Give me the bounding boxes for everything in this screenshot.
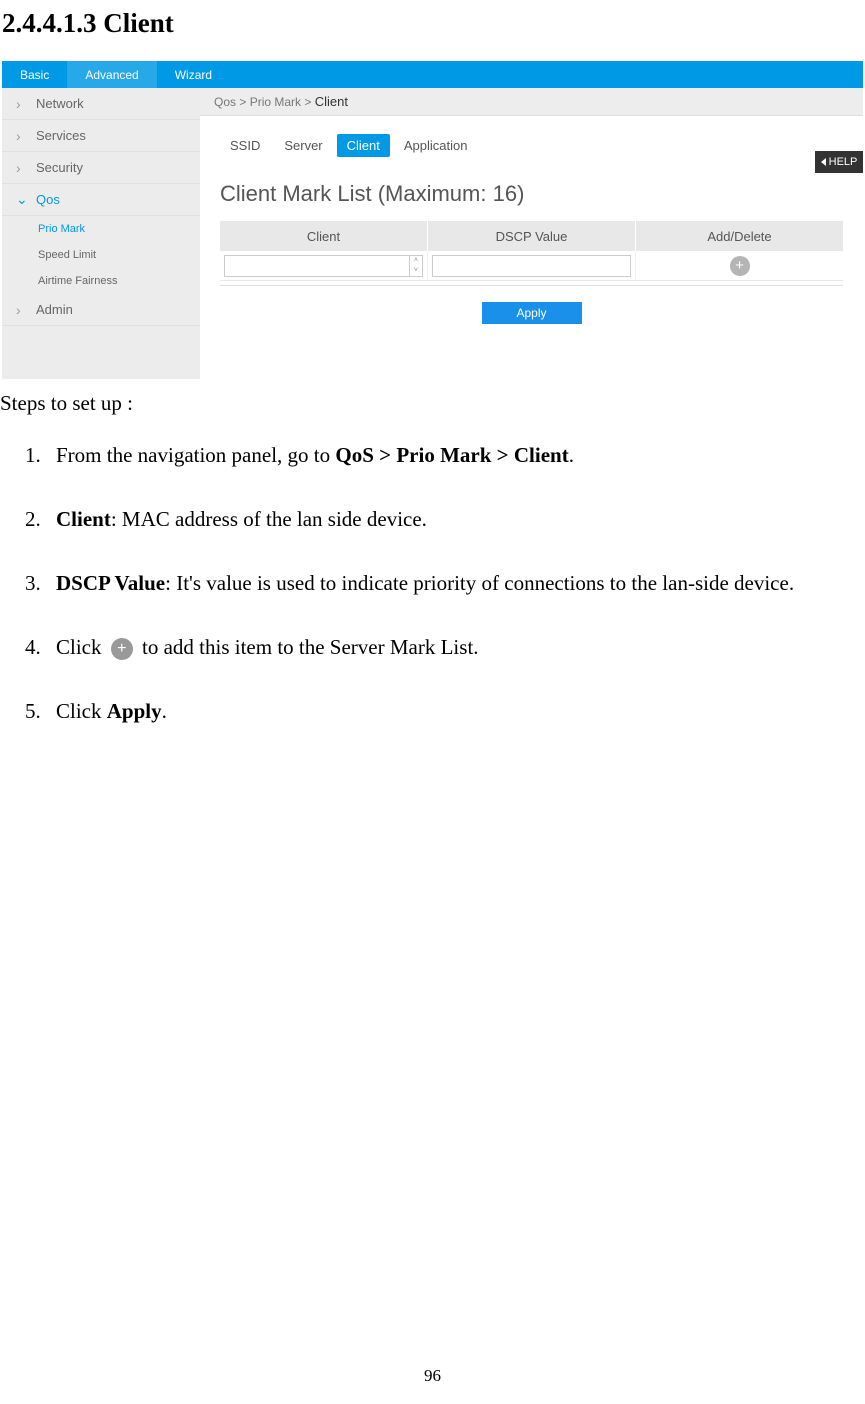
client-input[interactable] (224, 255, 410, 277)
step-bold: Apply (107, 699, 162, 723)
help-button[interactable]: HELP (815, 151, 863, 173)
step-4: Click + to add this item to the Server M… (46, 626, 865, 668)
sidebar-item-qos[interactable]: ⌄ Qos (2, 184, 200, 216)
chevron-right-icon: › (16, 302, 30, 318)
breadcrumb: Qos > Prio Mark > Client (200, 88, 863, 116)
tab-ssid[interactable]: SSID (220, 134, 270, 157)
chevron-right-icon: › (16, 128, 30, 144)
section-title: Client Mark List (Maximum: 16) (220, 181, 863, 207)
sidebar-sub-airtime[interactable]: Airtime Fairness (2, 268, 200, 294)
td-add: + (636, 251, 843, 280)
sidebar-item-label: Security (36, 160, 83, 175)
step-bold: Client (56, 507, 111, 531)
sidebar-item-label: Qos (36, 192, 60, 207)
steps-intro: Steps to set up : (0, 391, 865, 416)
step-text: From the navigation panel, go to (56, 443, 335, 467)
step-bold: QoS > Prio Mark > Client (335, 443, 568, 467)
chevron-left-icon (821, 158, 826, 166)
th-adddelete: Add/Delete (636, 221, 843, 251)
steps-list: From the navigation panel, go to QoS > P… (46, 434, 865, 732)
tabs: SSID Server Client Application (220, 134, 863, 157)
step-text: . (569, 443, 574, 467)
step-3: DSCP Value: It's value is used to indica… (46, 562, 865, 604)
th-dscp: DSCP Value (428, 221, 636, 251)
chevron-down-icon: ⌄ (16, 191, 30, 208)
nav-wizard[interactable]: Wizard (157, 61, 230, 88)
plus-icon: + (735, 257, 744, 274)
dscp-input[interactable] (432, 255, 631, 277)
breadcrumb-sep: > (301, 95, 315, 109)
step-text: : It's value is used to indicate priorit… (165, 571, 794, 595)
help-label: HELP (829, 156, 858, 168)
content-pane: Qos > Prio Mark > Client SSID Server Cli… (200, 88, 863, 379)
sidebar-item-services[interactable]: › Services (2, 120, 200, 152)
sidebar-item-admin[interactable]: › Admin (2, 294, 200, 326)
client-mark-table: Client DSCP Value Add/Delete ˄ ˅ (220, 221, 843, 281)
breadcrumb-part: Qos (214, 95, 236, 109)
sidebar-item-label: Admin (36, 302, 73, 317)
chevron-down-icon[interactable]: ˅ (410, 266, 422, 276)
sidebar-item-label: Services (36, 128, 86, 143)
table-header: Client DSCP Value Add/Delete (220, 221, 843, 251)
breadcrumb-current: Client (315, 94, 348, 109)
page-number: 96 (0, 1366, 865, 1386)
apply-button[interactable]: Apply (482, 302, 582, 324)
chevron-right-icon: › (16, 160, 30, 176)
plus-icon: + (111, 638, 133, 660)
th-client: Client (220, 221, 428, 251)
nav-basic[interactable]: Basic (2, 61, 67, 88)
sidebar: › Network › Services › Security ⌄ Qos Pr… (2, 88, 200, 379)
step-text: : MAC address of the lan side device. (111, 507, 427, 531)
main-area: › Network › Services › Security ⌄ Qos Pr… (2, 88, 863, 379)
tab-server[interactable]: Server (274, 134, 332, 157)
tab-application[interactable]: Application (394, 134, 478, 157)
top-nav: Basic Advanced Wizard (2, 61, 863, 88)
add-button[interactable]: + (730, 256, 750, 276)
step-text: to add this item to the Server Mark List… (137, 635, 479, 659)
breadcrumb-part: Prio Mark (250, 95, 301, 109)
step-text: Click (56, 699, 107, 723)
page-title: 2.4.4.1.3 Client (2, 0, 865, 39)
client-stepper[interactable]: ˄ ˅ (410, 255, 423, 277)
sidebar-item-security[interactable]: › Security (2, 152, 200, 184)
nav-advanced[interactable]: Advanced (67, 61, 156, 88)
step-1: From the navigation panel, go to QoS > P… (46, 434, 865, 476)
separator (220, 285, 843, 286)
breadcrumb-sep: > (236, 95, 250, 109)
router-ui-screenshot: Basic Advanced Wizard › Network › Servic… (2, 61, 863, 379)
chevron-up-icon[interactable]: ˄ (410, 256, 422, 266)
sidebar-item-label: Network (36, 96, 84, 111)
tab-client[interactable]: Client (337, 134, 390, 157)
sidebar-sub-speedlimit[interactable]: Speed Limit (2, 242, 200, 268)
sidebar-sub-priomark[interactable]: Prio Mark (2, 216, 200, 242)
step-2: Client: MAC address of the lan side devi… (46, 498, 865, 540)
chevron-right-icon: › (16, 96, 30, 112)
step-text: Click (56, 635, 107, 659)
td-dscp (428, 251, 636, 280)
step-5: Click Apply. (46, 690, 865, 732)
table-row: ˄ ˅ + (220, 251, 843, 281)
step-text: . (162, 699, 167, 723)
sidebar-item-network[interactable]: › Network (2, 88, 200, 120)
td-client: ˄ ˅ (220, 251, 428, 280)
step-bold: DSCP Value (56, 571, 165, 595)
